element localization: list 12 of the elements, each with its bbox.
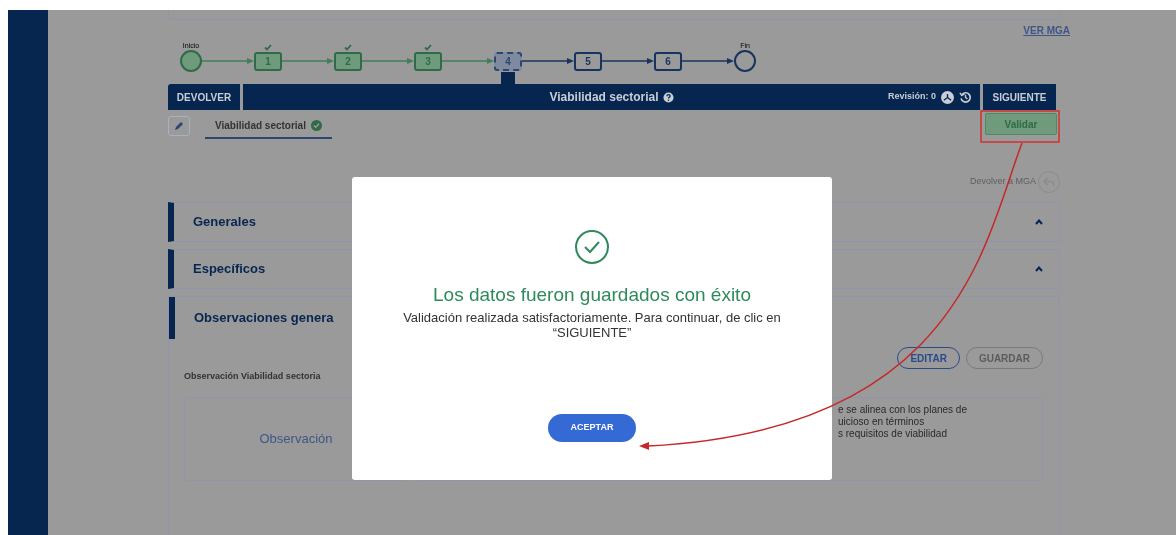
revision-label: Revisión: 0 [888, 90, 936, 104]
section-title: Específicos [193, 260, 266, 279]
cell-label: Observación [259, 429, 333, 448]
text-line: e se alinea con los planes de [838, 403, 968, 416]
text-line: uicioso en términos [838, 415, 926, 428]
section-title: Observaciones genera [194, 309, 334, 328]
field-label: Observación Viabilidad sectoria [184, 370, 322, 383]
bar-title: Viabilidad sectorial [549, 89, 659, 106]
dialog-message: Validación realizada satisfactoriamente. Para continuar, de clic en “SIGUIENTE” [402, 309, 782, 340]
text-line: s requisitos de viabilidad [838, 427, 948, 440]
section-title: Generales [193, 213, 256, 232]
dialog-title: Los datos fueron guardados con éxito [433, 283, 751, 307]
